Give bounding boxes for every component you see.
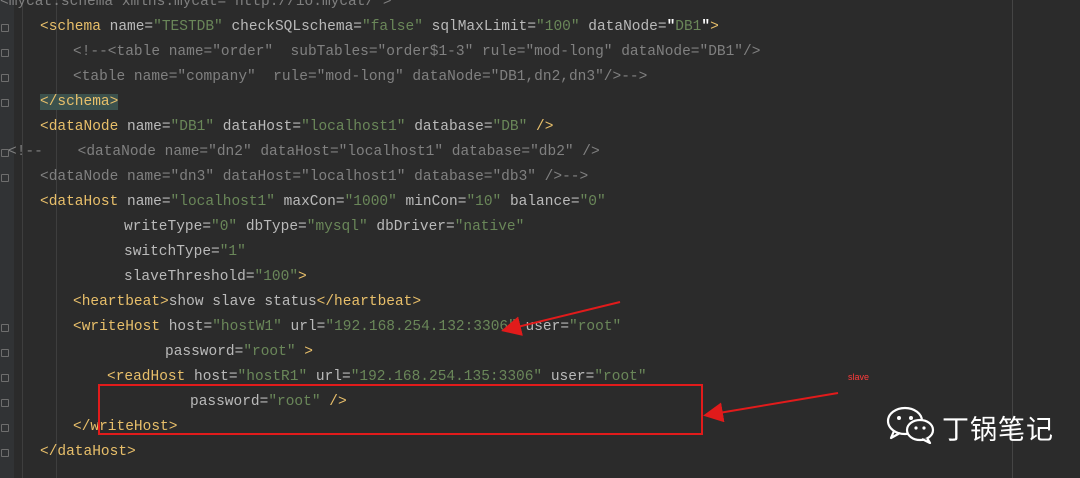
wechat-icon [886,406,936,449]
slave-annotation: slave [848,372,870,382]
arrow-to-readhost [703,392,839,423]
arrow-to-writehost [501,301,621,336]
watermark-text: 丁锅笔记 [942,415,1054,446]
watermark: 丁锅笔记 [886,406,1054,449]
